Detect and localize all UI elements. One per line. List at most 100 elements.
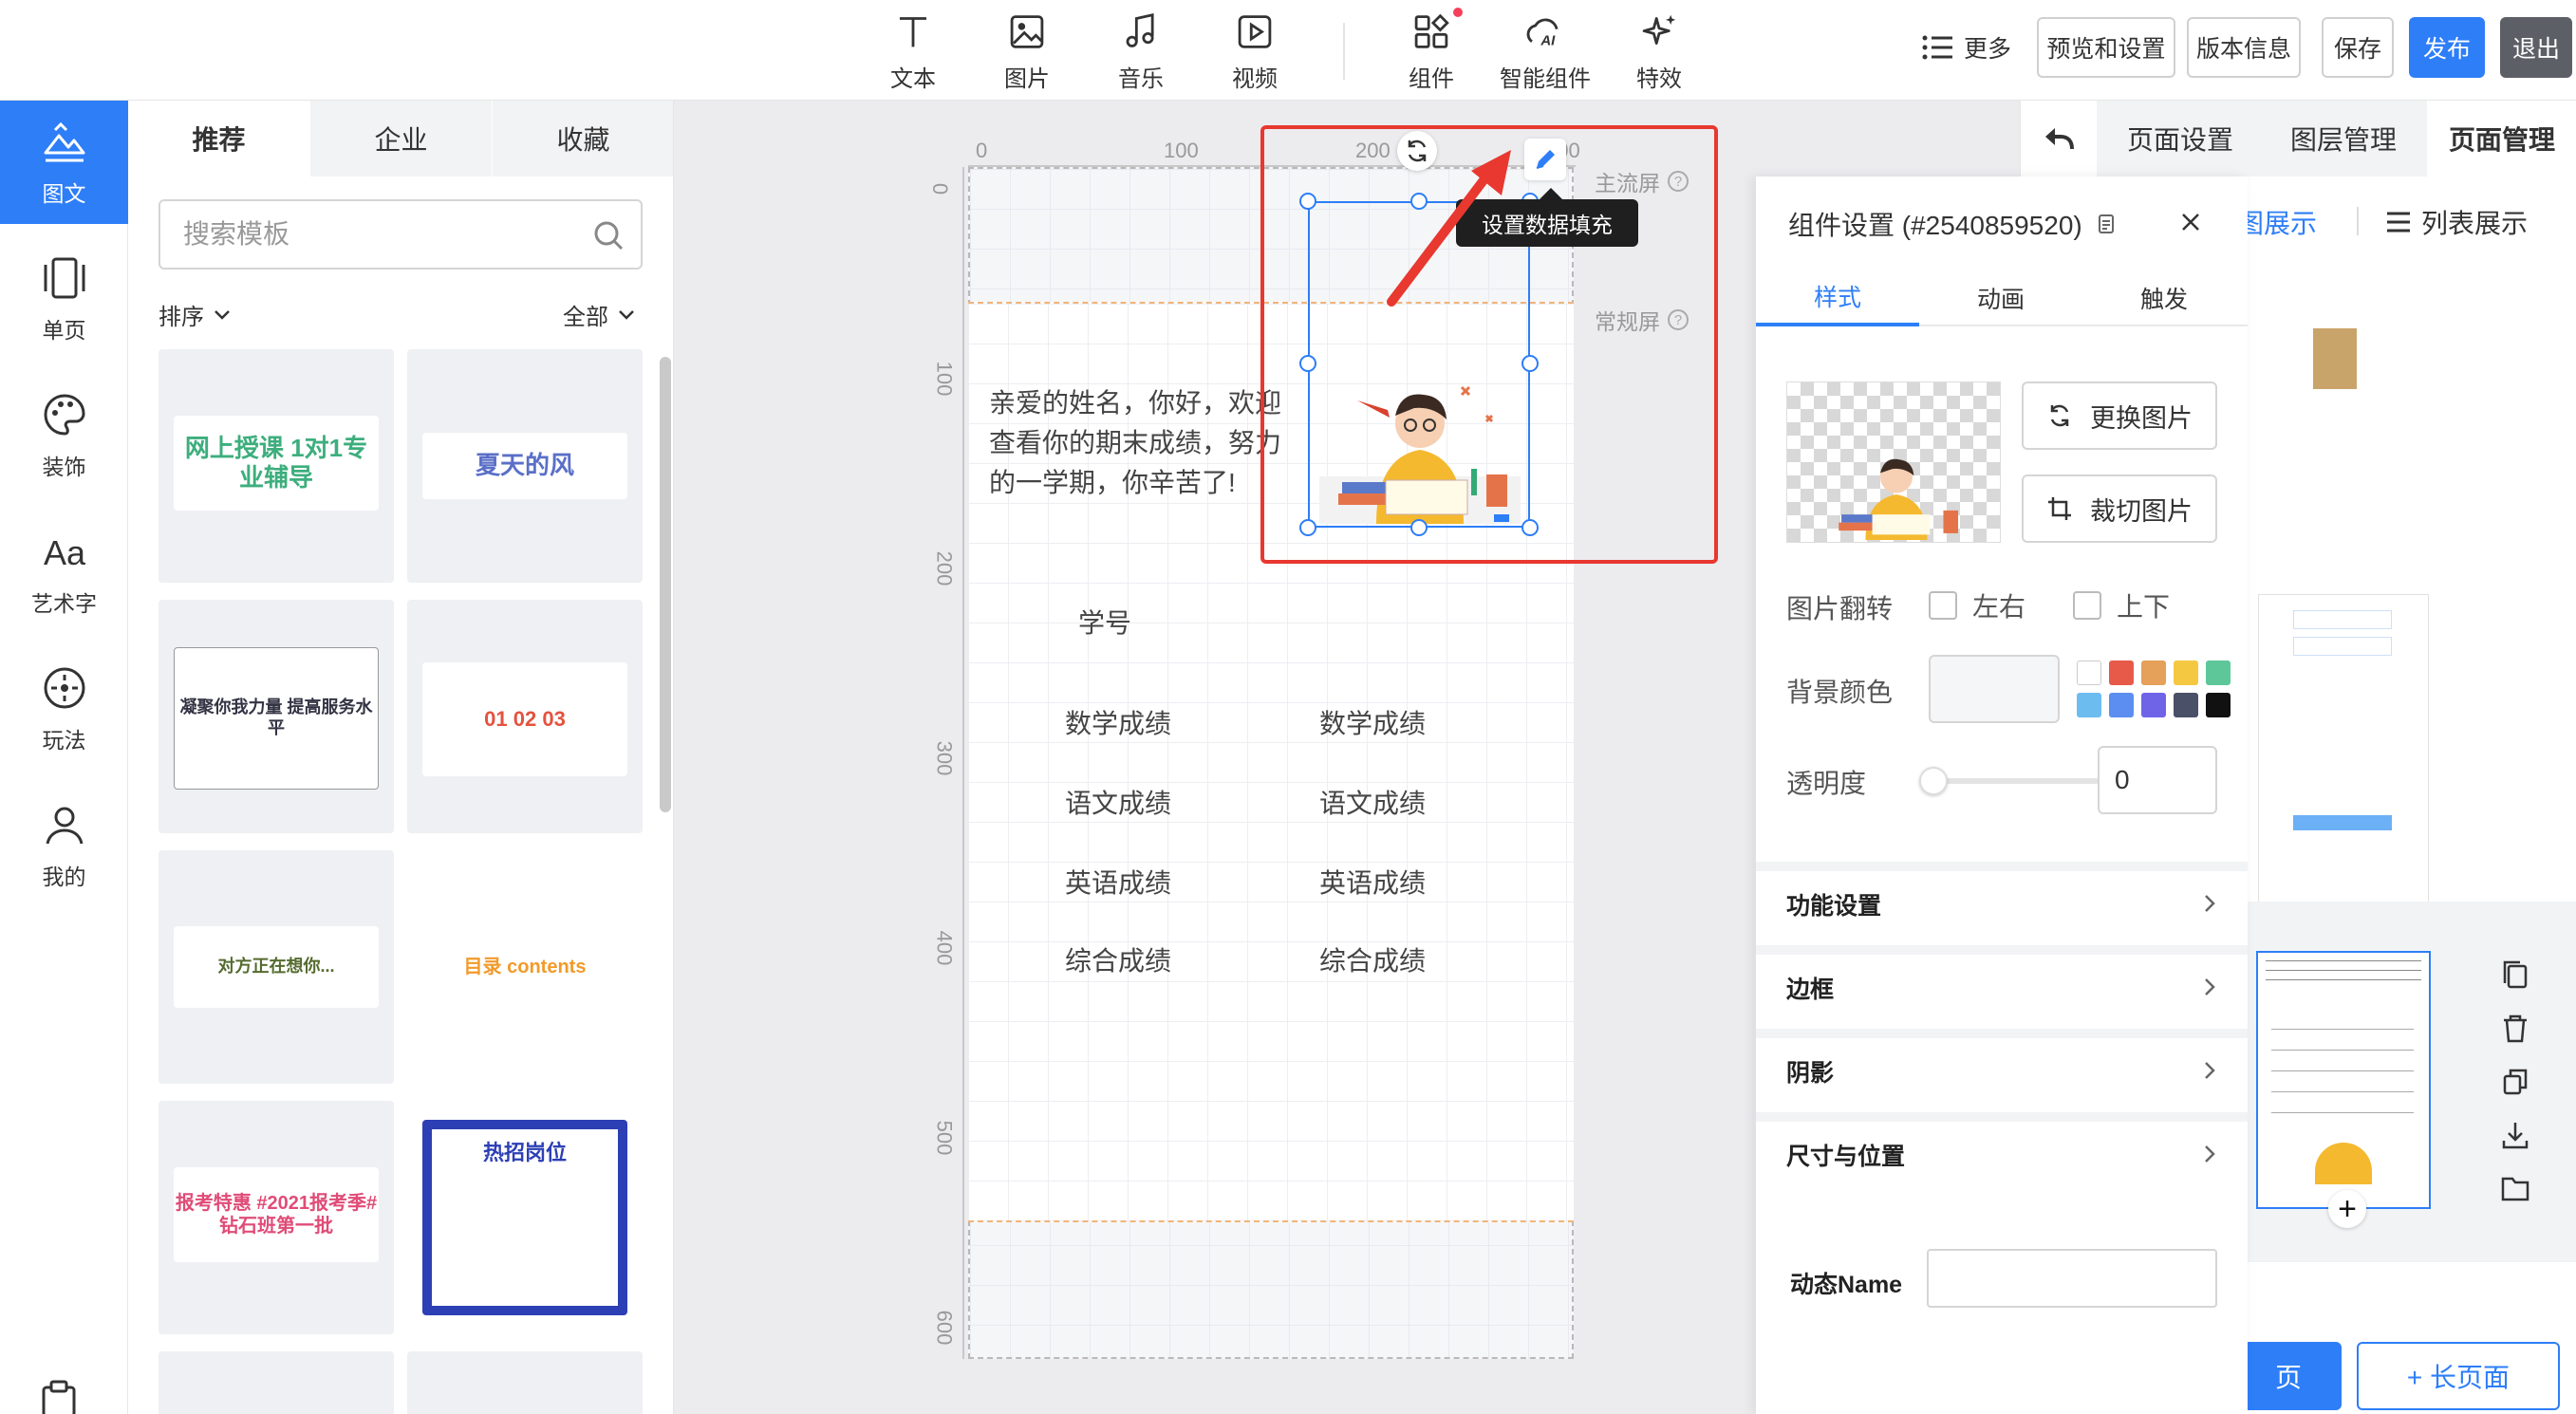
template-thumb: 热招岗位 <box>422 1120 627 1315</box>
replace-image-button[interactable]: 更换图片 <box>2022 381 2217 450</box>
section-border[interactable]: 边框 <box>1756 945 2248 1021</box>
clipboard-icon[interactable] <box>38 1380 80 1414</box>
tab-animation[interactable]: 动画 <box>1919 270 2082 326</box>
folder-icon[interactable] <box>2496 1169 2534 1207</box>
score-value-chinese[interactable]: 语文成绩 <box>1319 784 1426 824</box>
list-view-button[interactable]: 列表展示 <box>2385 203 2528 241</box>
template-card[interactable]: 01 02 03 <box>407 600 643 833</box>
template-card[interactable] <box>159 1351 394 1414</box>
template-panel: 推荐 企业 收藏 排序 全部 网上授课 1对1专业辅导 夏天的风 凝聚你我力量 … <box>128 101 674 1414</box>
page-thumbnail-current[interactable] <box>2256 951 2431 1209</box>
version-info-button[interactable]: 版本信息 <box>2187 17 2301 78</box>
copy-id-icon[interactable] <box>2094 212 2117 236</box>
template-card[interactable]: 目录 contents <box>407 850 643 1084</box>
color-swatch[interactable] <box>2206 693 2231 717</box>
tab-recommend[interactable]: 推荐 <box>128 101 309 177</box>
opacity-slider-knob[interactable] <box>1919 767 1948 795</box>
template-card[interactable] <box>407 1351 643 1414</box>
score-label-comprehensive[interactable]: 综合成绩 <box>1065 941 1171 981</box>
bg-color-picker[interactable] <box>1929 655 2060 723</box>
grid-view-button[interactable]: 图展示 <box>2237 203 2317 241</box>
undo-button[interactable] <box>2021 101 2097 177</box>
color-swatch[interactable] <box>2141 693 2166 717</box>
color-swatch[interactable] <box>2174 660 2198 685</box>
template-search <box>159 199 643 270</box>
tool-ai-component[interactable]: AI 智能组件 <box>1493 8 1597 93</box>
opacity-slider-track[interactable] <box>1929 778 2100 784</box>
rail-item-art-text[interactable]: Aa 艺术字 <box>0 511 128 634</box>
flip-horizontal-checkbox[interactable]: 左右 <box>1929 586 2025 624</box>
tool-music[interactable]: 音乐 <box>1089 8 1193 93</box>
tool-component[interactable]: 组件 <box>1379 8 1484 93</box>
copy-icon[interactable] <box>2496 957 2534 995</box>
score-value-math[interactable]: 数学成绩 <box>1319 704 1426 744</box>
section-shadow[interactable]: 阴影 <box>1756 1029 2248 1105</box>
add-page-button[interactable]: 页 <box>2235 1342 2342 1410</box>
filter-dropdown[interactable]: 全部 <box>563 298 635 331</box>
template-card[interactable]: 夏天的风 <box>407 349 643 583</box>
download-icon[interactable] <box>2496 1116 2534 1154</box>
flip-vertical-label: 上下 <box>2117 592 2171 622</box>
template-card[interactable]: 网上授课 1对1专业辅导 <box>159 349 394 583</box>
rail-item-graphic[interactable]: 图文 <box>0 101 128 224</box>
template-card[interactable]: 凝聚你我力量 提高服务水平 <box>159 600 394 833</box>
section-function-settings[interactable]: 功能设置 <box>1756 862 2248 938</box>
sort-dropdown[interactable]: 排序 <box>159 298 231 331</box>
section-size-position[interactable]: 尺寸与位置 <box>1756 1112 2248 1188</box>
tab-trigger[interactable]: 触发 <box>2082 270 2246 326</box>
duplicate-icon[interactable] <box>2496 1063 2534 1101</box>
page-thumbnail[interactable] <box>2258 594 2429 955</box>
color-swatch[interactable] <box>2141 660 2166 685</box>
palette-icon <box>44 394 85 436</box>
more-menu[interactable]: 更多 <box>1922 28 2011 66</box>
opacity-input[interactable]: 0 <box>2098 746 2217 814</box>
search-icon[interactable] <box>591 218 625 252</box>
score-label-chinese[interactable]: 语文成绩 <box>1065 784 1171 824</box>
preview-settings-button[interactable]: 预览和设置 <box>2037 17 2175 78</box>
score-value-english[interactable]: 英语成绩 <box>1319 864 1426 903</box>
template-card[interactable]: 报考特惠 #2021报考季#钻石班第一批 <box>159 1101 394 1334</box>
template-card[interactable]: 对方正在想你... <box>159 850 394 1084</box>
rail-item-play[interactable]: 玩法 <box>0 647 128 771</box>
rail-item-decoration[interactable]: 装饰 <box>0 374 128 497</box>
score-label-english[interactable]: 英语成绩 <box>1065 864 1171 903</box>
add-page-plus-button[interactable]: + <box>2328 1190 2366 1228</box>
template-thumb: 网上授课 1对1专业辅导 <box>174 416 379 511</box>
tab-enterprise[interactable]: 企业 <box>310 101 492 177</box>
tool-effects[interactable]: 特效 <box>1607 8 1711 93</box>
publish-button[interactable]: 发布 <box>2409 17 2485 78</box>
rail-item-single-page[interactable]: 单页 <box>0 237 128 361</box>
flip-vertical-checkbox[interactable]: 上下 <box>2073 586 2170 624</box>
color-swatch[interactable] <box>2109 660 2134 685</box>
tool-image[interactable]: 图片 <box>975 8 1079 93</box>
close-button[interactable] <box>2172 203 2210 241</box>
score-label-math[interactable]: 数学成绩 <box>1065 704 1171 744</box>
bg-color-label: 背景颜色 <box>1786 678 1894 707</box>
tab-layer-management[interactable]: 图层管理 <box>2264 101 2423 177</box>
template-scrollbar[interactable] <box>660 357 671 812</box>
trash-icon[interactable] <box>2496 1010 2534 1048</box>
color-swatch[interactable] <box>2077 660 2101 685</box>
color-swatch[interactable] <box>2109 693 2134 717</box>
page-thumbnail[interactable] <box>2313 328 2357 389</box>
tool-video[interactable]: 视频 <box>1203 8 1307 93</box>
greeting-text[interactable]: 亲爱的姓名，你好，欢迎查看你的期末成绩，努力的一学期，你辛苦了! <box>989 383 1291 503</box>
tab-style[interactable]: 样式 <box>1756 270 1919 326</box>
tab-page-management[interactable]: 页面管理 <box>2427 101 2576 177</box>
add-long-page-button[interactable]: + 长页面 <box>2357 1342 2560 1410</box>
crop-image-button[interactable]: 裁切图片 <box>2022 474 2217 543</box>
color-swatch[interactable] <box>2077 693 2101 717</box>
score-value-comprehensive[interactable]: 综合成绩 <box>1319 941 1426 981</box>
color-swatch[interactable] <box>2174 693 2198 717</box>
rail-item-mine[interactable]: 我的 <box>0 784 128 907</box>
template-card[interactable]: 热招岗位 <box>407 1101 643 1334</box>
tool-text[interactable]: 文本 <box>861 8 965 93</box>
student-id-label[interactable]: 学号 <box>1078 604 1131 643</box>
save-button[interactable]: 保存 <box>2322 17 2394 78</box>
tab-favorites[interactable]: 收藏 <box>493 101 673 177</box>
exit-button[interactable]: 退出 <box>2500 17 2572 78</box>
tab-page-settings[interactable]: 页面设置 <box>2100 101 2260 177</box>
search-input[interactable] <box>183 219 563 250</box>
dynamic-name-input[interactable] <box>1927 1249 2217 1308</box>
color-swatch[interactable] <box>2206 660 2231 685</box>
